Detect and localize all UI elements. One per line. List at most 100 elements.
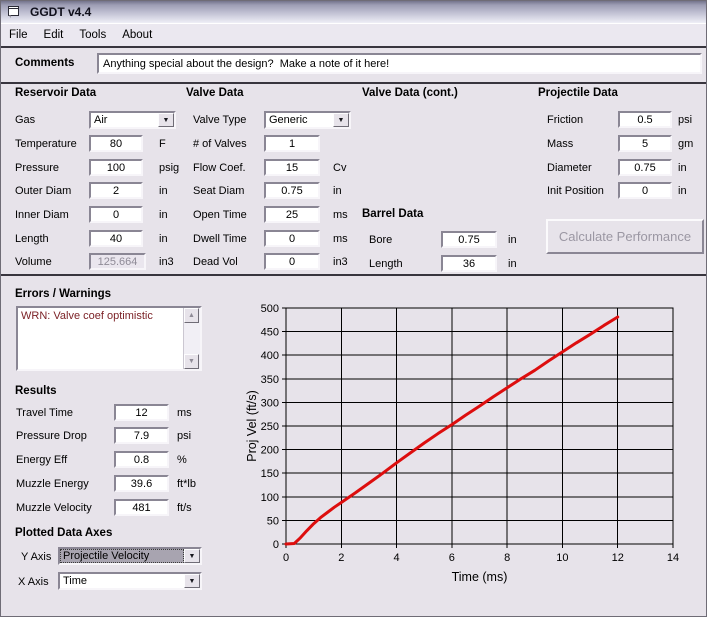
svg-text:450: 450	[261, 327, 279, 339]
pressure-drop-unit: psi	[177, 430, 191, 442]
calculate-performance-button[interactable]: Calculate Performance	[546, 219, 704, 254]
muzzle-velocity-label: Muzzle Velocity	[16, 502, 92, 514]
open-time-input[interactable]	[264, 206, 320, 223]
valve-data-cont-header: Valve Data (cont.)	[362, 87, 458, 99]
pressure-label: Pressure	[15, 162, 59, 174]
svg-text:300: 300	[261, 397, 279, 409]
ggdt-window: GGDT v4.4 File Edit Tools About Comments…	[0, 0, 707, 617]
separator	[1, 274, 706, 276]
scroll-up-icon[interactable]: ▲	[184, 308, 199, 323]
outer-diam-input[interactable]	[89, 182, 143, 199]
pressure-drop-output[interactable]	[114, 427, 169, 444]
init-position-label: Init Position	[547, 185, 604, 197]
svg-text:Time (ms): Time (ms)	[452, 570, 508, 584]
muzzle-energy-unit: ft*lb	[177, 478, 196, 490]
energy-eff-output[interactable]	[114, 451, 169, 468]
res-length-input[interactable]	[89, 230, 143, 247]
travel-time-label: Travel Time	[16, 407, 73, 419]
num-valves-label: # of Valves	[193, 138, 247, 150]
y-axis-select[interactable]: Projectile Velocity ▼	[58, 547, 202, 565]
title-bar[interactable]: GGDT v4.4	[1, 1, 706, 24]
inner-diam-label: Inner Diam	[15, 209, 69, 221]
menu-tools[interactable]: Tools	[71, 25, 114, 45]
muzzle-energy-output[interactable]	[114, 475, 169, 492]
projectile-velocity-chart: 0501001502002503003504004505000246810121…	[231, 296, 701, 596]
dropdown-arrow-icon[interactable]: ▼	[184, 549, 200, 563]
x-axis-select[interactable]: Time ▼	[58, 572, 202, 590]
menu-bar: File Edit Tools About	[1, 24, 706, 46]
muzzle-energy-label: Muzzle Energy	[16, 478, 89, 490]
warning-message: WRN: Valve coef optimistic	[18, 308, 200, 322]
mass-input[interactable]	[618, 135, 672, 152]
svg-text:400: 400	[261, 350, 279, 362]
svg-text:Proj Vel (ft/s): Proj Vel (ft/s)	[245, 390, 259, 462]
menu-file[interactable]: File	[1, 25, 36, 45]
barrel-length-input[interactable]	[441, 255, 497, 272]
dwell-time-input[interactable]	[264, 230, 320, 247]
gas-label: Gas	[15, 114, 35, 126]
pressure-drop-label: Pressure Drop	[16, 430, 87, 442]
svg-text:100: 100	[261, 492, 279, 504]
open-time-label: Open Time	[193, 209, 247, 221]
barrel-length-unit: in	[508, 258, 517, 270]
svg-text:10: 10	[556, 552, 568, 564]
comments-label: Comments	[15, 57, 74, 69]
svg-text:50: 50	[267, 515, 279, 527]
open-time-unit: ms	[333, 209, 348, 221]
dead-vol-input[interactable]	[264, 253, 320, 270]
pressure-input[interactable]	[89, 159, 143, 176]
svg-text:150: 150	[261, 468, 279, 480]
separator	[1, 82, 706, 84]
comments-input[interactable]	[97, 53, 702, 74]
inner-diam-unit: in	[159, 209, 168, 221]
gas-select[interactable]: Air ▼	[89, 111, 176, 129]
separator	[1, 46, 706, 48]
errors-listbox[interactable]: WRN: Valve coef optimistic ▲ ▼	[16, 306, 202, 371]
volume-input	[89, 253, 146, 270]
bore-input[interactable]	[441, 231, 497, 248]
y-axis-value: Projectile Velocity	[60, 549, 184, 563]
y-axis-label: Y Axis	[21, 551, 51, 563]
temperature-label: Temperature	[15, 138, 77, 150]
svg-text:500: 500	[261, 303, 279, 315]
listbox-scrollbar[interactable]: ▲ ▼	[183, 308, 200, 369]
flow-coef-input[interactable]	[264, 159, 320, 176]
num-valves-input[interactable]	[264, 135, 320, 152]
volume-label: Volume	[15, 256, 52, 268]
friction-input[interactable]	[618, 111, 672, 128]
svg-text:6: 6	[449, 552, 455, 564]
gas-value: Air	[91, 113, 158, 127]
svg-text:8: 8	[504, 552, 510, 564]
proj-diameter-input[interactable]	[618, 159, 672, 176]
bore-label: Bore	[369, 234, 392, 246]
dropdown-arrow-icon[interactable]: ▼	[333, 113, 349, 127]
scroll-down-icon[interactable]: ▼	[184, 354, 199, 369]
travel-time-output[interactable]	[114, 404, 169, 421]
x-axis-label: X Axis	[18, 576, 49, 588]
svg-text:0: 0	[273, 539, 279, 551]
app-icon	[7, 6, 20, 18]
inner-diam-input[interactable]	[89, 206, 143, 223]
temperature-input[interactable]	[89, 135, 143, 152]
seat-diam-unit: in	[333, 185, 342, 197]
flow-coef-label: Flow Coef.	[193, 162, 246, 174]
mass-label: Mass	[547, 138, 573, 150]
travel-time-unit: ms	[177, 407, 192, 419]
barrel-data-header: Barrel Data	[362, 208, 423, 220]
init-position-input[interactable]	[618, 182, 672, 199]
dead-vol-label: Dead Vol	[193, 256, 238, 268]
seat-diam-input[interactable]	[264, 182, 320, 199]
svg-text:250: 250	[261, 421, 279, 433]
results-header: Results	[15, 385, 57, 397]
valve-type-select[interactable]: Generic ▼	[264, 111, 351, 129]
menu-about[interactable]: About	[114, 25, 160, 45]
menu-edit[interactable]: Edit	[36, 25, 72, 45]
dropdown-arrow-icon[interactable]: ▼	[158, 113, 174, 127]
proj-diameter-unit: in	[678, 162, 687, 174]
window-title: GGDT v4.4	[30, 5, 91, 19]
outer-diam-unit: in	[159, 185, 168, 197]
valve-type-value: Generic	[266, 113, 333, 127]
pressure-unit: psig	[159, 162, 179, 174]
dropdown-arrow-icon[interactable]: ▼	[184, 574, 200, 588]
muzzle-velocity-output[interactable]	[114, 499, 169, 516]
